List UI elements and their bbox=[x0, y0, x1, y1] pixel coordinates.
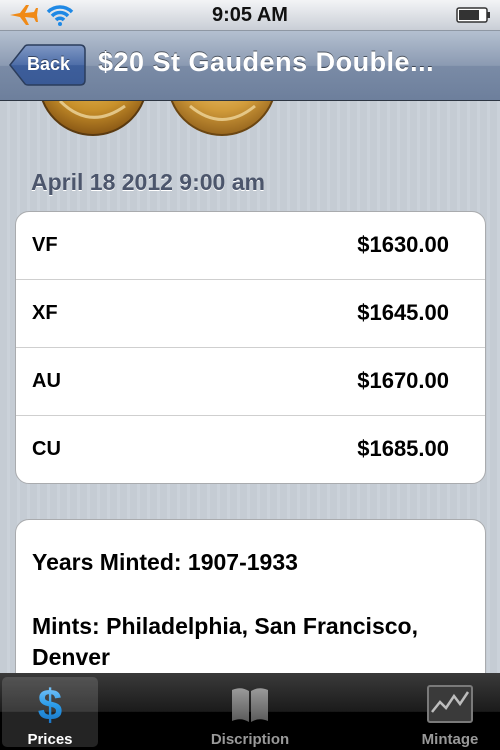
price-row: VF $1630.00 bbox=[16, 212, 485, 280]
status-time: 9:05 AM bbox=[212, 4, 288, 26]
svg-text:$: $ bbox=[38, 682, 62, 726]
coin-info-card: Years Minted: 1907-1933 Mints: Philadelp… bbox=[15, 519, 486, 673]
tab-prices[interactable]: $ Prices bbox=[2, 677, 98, 748]
price-row: XF $1645.00 bbox=[16, 280, 485, 348]
tab-mintage[interactable]: Mintage bbox=[402, 677, 498, 748]
price-value: $1645.00 bbox=[357, 300, 449, 325]
chart-icon bbox=[402, 682, 498, 731]
back-button[interactable]: Back bbox=[9, 44, 86, 86]
status-bar: 9:05 AM bbox=[0, 0, 500, 31]
dollar-sign-icon: $ bbox=[2, 681, 98, 731]
price-value: $1685.00 bbox=[357, 436, 449, 461]
mints-text-line2: Denver bbox=[32, 644, 110, 670]
book-icon bbox=[202, 682, 298, 731]
back-label: Back bbox=[27, 54, 71, 74]
battery-icon bbox=[456, 7, 492, 28]
price-value: $1630.00 bbox=[357, 232, 449, 257]
tab-prices-label: Prices bbox=[27, 731, 73, 748]
content-scroll-area[interactable]: April 18 2012 9:00 am VF $1630.00 XF $16… bbox=[0, 101, 500, 673]
grade-label: AU bbox=[32, 370, 61, 392]
tab-discription-label: Discription bbox=[210, 731, 290, 748]
price-row: AU $1670.00 bbox=[16, 348, 485, 416]
grade-label: CU bbox=[32, 438, 61, 460]
tab-discription[interactable]: Discription bbox=[202, 677, 298, 748]
navigation-bar: Back $20 St Gaudens Double... bbox=[0, 31, 500, 101]
years-minted-text: Years Minted: 1907-1933 bbox=[32, 549, 298, 575]
tab-bar: $ Prices Discription Mintage bbox=[0, 673, 500, 750]
price-date-header: April 18 2012 9:00 am bbox=[31, 169, 265, 195]
tab-mintage-label: Mintage bbox=[421, 731, 479, 748]
mints-text-line1: Mints: Philadelphia, San Francisco, bbox=[32, 613, 418, 639]
grade-label: XF bbox=[32, 302, 58, 324]
price-row: CU $1685.00 bbox=[16, 416, 485, 483]
page-title: $20 St Gaudens Double... bbox=[98, 47, 435, 77]
price-value: $1670.00 bbox=[357, 368, 449, 393]
price-table: VF $1630.00 XF $1645.00 AU $1670.00 CU $… bbox=[15, 211, 486, 484]
coin-images bbox=[41, 101, 274, 136]
grade-label: VF bbox=[32, 234, 58, 256]
